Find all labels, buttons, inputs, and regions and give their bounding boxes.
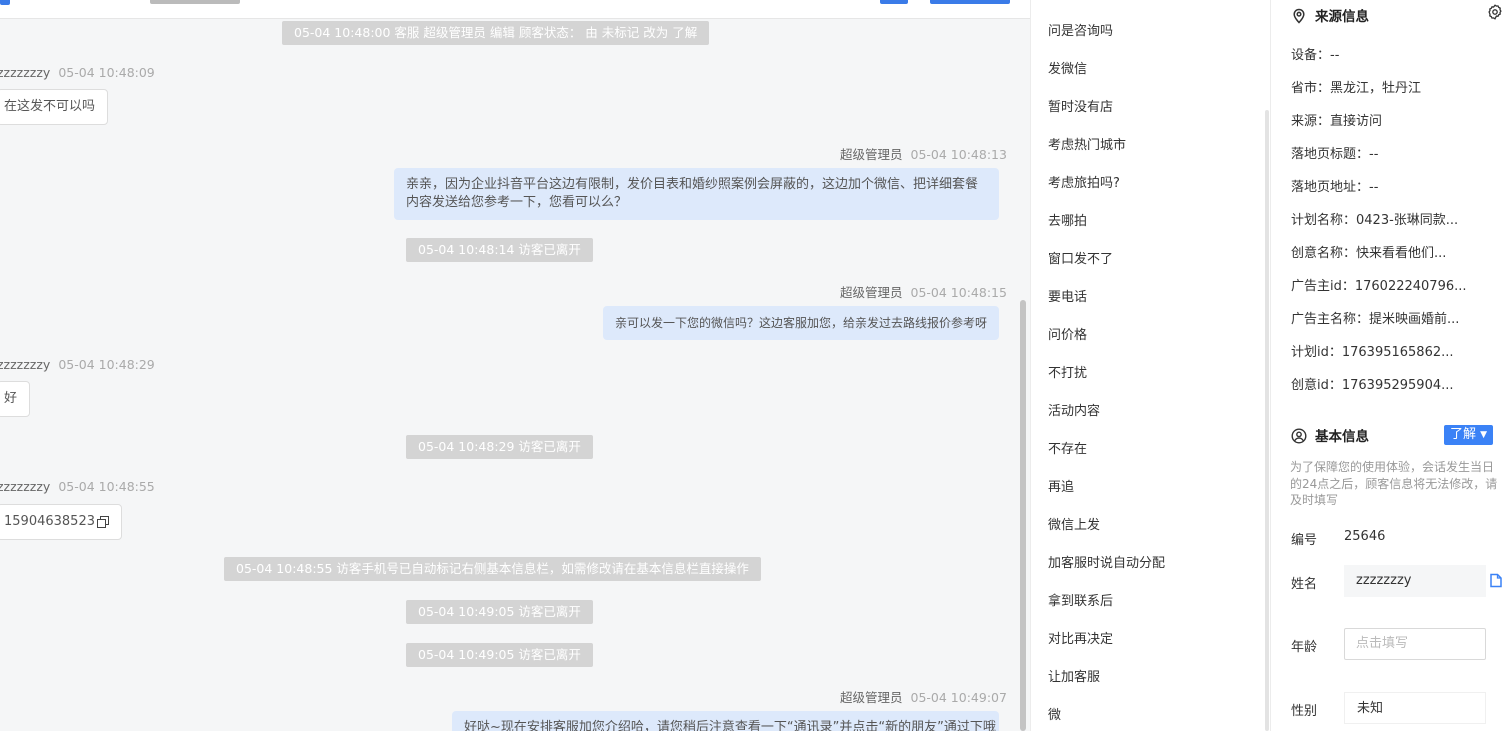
source-plan-name: 计划名称：0423-张琳同款... [1291,213,1459,228]
source-channel: 来源：直接访问 [1291,114,1383,129]
basic-info-header: 基本信息 [1291,425,1369,445]
quick-phrase-list: 问是咨询吗 发微信 暂时没有店 考虑热门城市 考虑旅拍吗? 去哪拍 窗口发不了 … [1030,0,1271,731]
copy-name-icon[interactable] [1489,573,1503,588]
visitor-message: 好 [0,381,31,417]
quick-phrase-item[interactable]: 暂时没有店 [1048,96,1113,115]
age-input[interactable]: 点击填写 [1344,628,1486,660]
header-link[interactable] [880,0,908,4]
system-message: 05-04 10:49:05 访客已离开 [406,643,593,667]
source-advertiser-id: 广告主id：176022240796... [1291,279,1467,294]
customer-status-dropdown[interactable]: 了解 ▼ [1444,425,1494,445]
quick-phrase-item[interactable]: 要电话 [1048,286,1087,305]
visitor-name: zzzzzzzy [0,65,51,80]
source-creative-id: 创意id：176395295904... [1291,378,1454,393]
chat-panel[interactable]: 05-04 10:48:00 客服 超级管理员 编辑 顾客状态： 由 未标记 改… [0,0,1030,731]
source-region: 省市：黑龙江，牡丹江 [1291,81,1422,96]
quick-phrase-item[interactable]: 问价格 [1048,324,1087,343]
gender-label: 性别 [1291,704,1318,719]
quick-phrase-item[interactable]: 微 [1048,704,1061,723]
quick-phrase-item[interactable]: 发微信 [1048,58,1087,77]
quick-phrase-item[interactable]: 不存在 [1048,438,1087,457]
source-info-title: 来源信息 [1315,9,1369,25]
header-action[interactable] [930,0,1010,4]
agent-message: 亲可以发一下您的微信吗？这边客服加您，给亲发过去路线报价参考呀 [603,306,999,340]
header-title [150,0,240,4]
quick-phrase-item[interactable]: 微信上发 [1048,514,1100,533]
message-meta: 超级管理员 05-04 10:48:15 [840,282,1007,301]
system-message: 05-04 10:48:00 客服 超级管理员 编辑 顾客状态： 由 未标记 改… [282,21,710,45]
message-time: 05-04 10:49:07 [910,690,1007,705]
quick-phrase-item[interactable]: 对比再决定 [1048,628,1113,647]
message-time: 05-04 10:48:15 [910,285,1007,300]
message-meta: zzzzzzzy 05-04 10:48:55 [0,479,155,494]
quick-phrase-item[interactable]: 加客服时说自动分配 [1048,552,1165,571]
quick-phrase-item[interactable]: 再追 [1048,476,1074,495]
source-info-header: 来源信息 [1291,5,1369,25]
age-label: 年龄 [1291,640,1318,655]
caret-down-icon: ▼ [1480,430,1488,440]
name-label: 姓名 [1291,577,1318,592]
source-landing-url: 落地页地址：-- [1291,180,1379,195]
system-message: 05-04 10:48:55 访客手机号已自动标记右侧基本信息栏，如需修改请在基… [224,557,761,581]
copy-icon[interactable] [96,515,109,528]
quick-phrase-item[interactable]: 考虑热门城市 [1048,134,1126,153]
visitor-name: zzzzzzzy [0,357,51,372]
message-time: 05-04 10:48:13 [910,147,1007,162]
quick-phrase-item[interactable]: 考虑旅拍吗? [1048,172,1120,191]
agent-message: 好哒~现在安排客服加您介绍哈，请您稍后注意查看一下“通讯录”并点击“新的朋友”通… [452,711,999,731]
chat-header [0,0,1030,19]
settings-gear-icon[interactable] [1487,4,1503,20]
message-meta: zzzzzzzy 05-04 10:48:29 [0,357,155,372]
quick-phrase-item[interactable]: 窗口发不了 [1048,248,1113,267]
agent-name: 超级管理员 [840,285,903,300]
visitor-name: zzzzzzzy [0,479,51,494]
agent-name: 超级管理员 [840,147,903,162]
id-value: 25646 [1344,529,1386,544]
phrase-scrollbar[interactable] [1265,110,1269,731]
message-time: 05-04 10:48:29 [58,357,155,372]
quick-phrase-item[interactable]: 活动内容 [1048,400,1100,419]
message-meta: zzzzzzzy 05-04 10:48:09 [0,65,155,80]
visitor-phone-text: 15904638523 [4,514,95,529]
visitor-message: 在这发不可以吗 [0,89,109,125]
message-meta: 超级管理员 05-04 10:48:13 [840,144,1007,163]
customer-info-panel: 来源信息 设备：-- 省市：黑龙江，牡丹江 来源：直接访问 落地页标题：-- 落… [1270,0,1507,731]
source-creative-name: 创意名称：快来看看他们... [1291,246,1447,261]
system-message: 05-04 10:49:05 访客已离开 [406,600,593,624]
message-time: 05-04 10:48:55 [58,479,155,494]
edit-notice: 为了保障您的使用体验，会话发生当日的24点之后，顾客信息将无法修改，请及时填写 [1290,460,1498,507]
location-pin-icon [1293,8,1305,24]
quick-phrase-item[interactable]: 去哪拍 [1048,210,1087,229]
agent-name: 超级管理员 [840,690,903,705]
id-label: 编号 [1291,533,1318,548]
system-message: 05-04 10:48:29 访客已离开 [406,435,593,459]
quick-phrase-item[interactable]: 问是咨询吗 [1048,20,1113,39]
user-circle-icon [1291,428,1307,444]
source-advertiser-name: 广告主名称：提米映画婚前... [1291,312,1460,327]
source-landing-title: 落地页标题：-- [1291,147,1379,162]
quick-phrase-item[interactable]: 不打扰 [1048,362,1087,381]
status-badge-label: 了解 [1450,427,1477,442]
basic-info-title: 基本信息 [1315,429,1369,445]
quick-phrase-item[interactable]: 拿到联系后 [1048,590,1113,609]
quick-phrase-item[interactable]: 让加客服 [1048,666,1100,685]
message-time: 05-04 10:48:09 [58,65,155,80]
header-icon [0,0,10,5]
chat-scrollbar[interactable] [1020,300,1026,731]
visitor-message: 15904638523 [0,504,122,540]
name-field[interactable]: zzzzzzzy [1344,565,1486,597]
message-meta: 超级管理员 05-04 10:49:07 [840,687,1007,706]
system-message: 05-04 10:48:14 访客已离开 [406,238,593,262]
gender-select[interactable]: 未知 [1344,692,1486,724]
source-device: 设备：-- [1291,48,1340,63]
agent-message: 亲亲，因为企业抖音平台这边有限制，发价目表和婚纱照案例会屏蔽的，这边加个微信、把… [394,168,999,220]
source-plan-id: 计划id：176395165862... [1291,345,1454,360]
